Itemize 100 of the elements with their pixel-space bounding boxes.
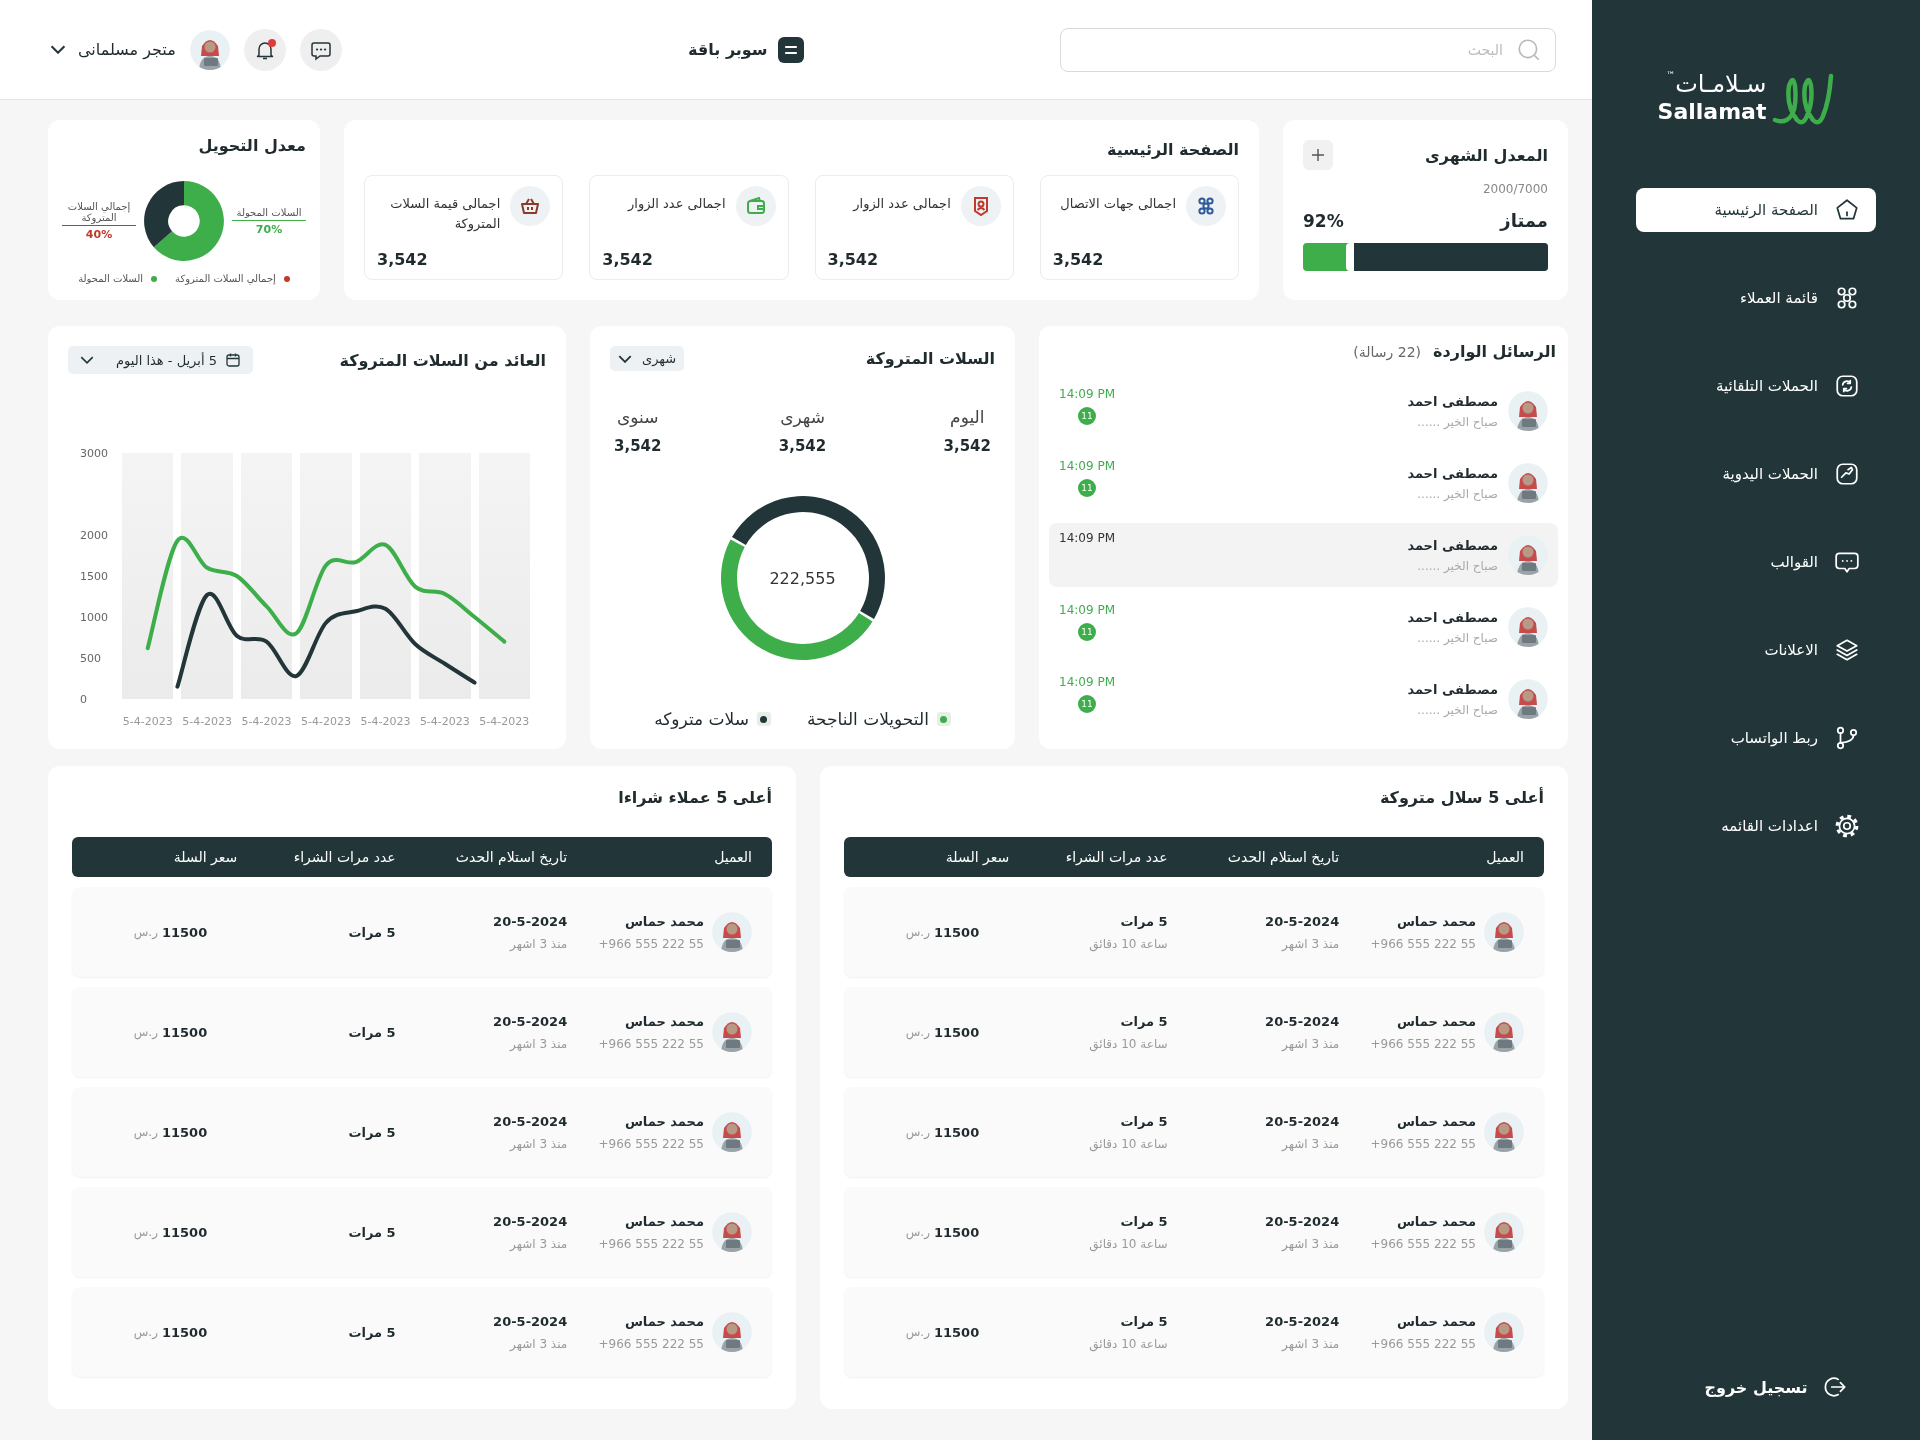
event-date: 20-5-2024	[492, 1313, 568, 1329]
nav-item[interactable]: الاعلانات	[1636, 628, 1876, 672]
phone-number: +966 555 222 55	[1370, 1136, 1476, 1151]
store-menu-button[interactable]: متجر مسلمانى	[50, 40, 176, 59]
nav-item[interactable]: الحملات اليدوية	[1636, 452, 1876, 496]
event-date: 20-5-2024	[492, 1113, 568, 1129]
sender-name: مصطفى احمد	[1406, 609, 1498, 625]
event-date: 20-5-2024	[492, 913, 568, 929]
customer-name: محمد حماس	[1395, 1013, 1476, 1029]
home-icon	[1834, 197, 1860, 223]
value-label: 40%	[85, 228, 113, 241]
customer-name: محمد حماس	[1395, 1213, 1476, 1229]
phone-number: +966 555 222 55	[598, 936, 704, 951]
avatar-icon	[1508, 535, 1548, 575]
date-range-picker[interactable]: 5 أبريل - هذا اليوم	[68, 346, 253, 374]
message-time: 14:09 PM	[1059, 387, 1115, 401]
people-icon	[1186, 186, 1226, 226]
phone-number: +966 555 222 55	[1370, 1036, 1476, 1051]
customer-name: محمد حماس	[1395, 913, 1476, 929]
stat-label: اجمالى جهات الاتصال	[1060, 195, 1176, 214]
column-header: سعر السلة	[172, 849, 238, 865]
event-date: 20-5-2024	[492, 1213, 568, 1229]
event-date: 20-5-2024	[1264, 1313, 1340, 1329]
unread-badge: 11	[1078, 695, 1096, 713]
badge-icon	[960, 186, 1001, 226]
nav-item[interactable]: ربط الواتساب	[1636, 716, 1876, 760]
stat-value: 3,542	[1052, 250, 1105, 269]
time-ago: منذ 3 اشهر	[508, 936, 568, 951]
value-label: 70%	[255, 222, 283, 236]
column-header: تاريخ استلام الحدث	[454, 849, 568, 865]
message-preview: صباح الخير ......	[1416, 630, 1498, 645]
price-value: 11500	[162, 1024, 208, 1040]
card-title: الصفحة الرئيسية	[1105, 140, 1239, 159]
avatar-icon	[1484, 1112, 1524, 1152]
chevron-icon	[50, 45, 66, 54]
rating-label: ممتاز	[1500, 210, 1548, 231]
price-value: 11500	[934, 1324, 980, 1340]
phone-number: +966 555 222 55	[1370, 936, 1476, 951]
axis-label: 5-4-2023	[419, 715, 470, 728]
time-ago: منذ 3 اشهر	[1280, 1336, 1340, 1351]
currency-label: ر.س	[133, 925, 158, 939]
purchase-count: 5 مرات	[347, 1024, 396, 1040]
column-header: العميل	[1485, 849, 1524, 865]
price-value: 11500	[934, 1124, 980, 1140]
price-value: 11500	[162, 1224, 208, 1240]
customer-name: محمد حماس	[623, 913, 704, 929]
purchase-count: 5 مرات	[1119, 913, 1168, 929]
card-title: الرسائل الواردة	[1433, 342, 1556, 361]
logout-button[interactable]: تسجيل خروج	[1704, 1374, 1848, 1400]
price-value: 11500	[162, 1124, 208, 1140]
nav-item[interactable]: القوالب	[1636, 540, 1876, 584]
nav-item[interactable]: الحملات التلقائية	[1636, 364, 1876, 408]
calendar-icon	[224, 352, 241, 368]
avatar-icon	[712, 1112, 752, 1152]
event-date: 20-5-2024	[1264, 1113, 1340, 1129]
unread-badge: 11	[1078, 407, 1096, 425]
sender-name: مصطفى احمد	[1406, 465, 1498, 481]
message-count: (22 رسالة)	[1353, 343, 1422, 360]
column-header: سعر السلة	[944, 849, 1010, 865]
currency-label: ر.س	[905, 1125, 930, 1139]
axis-label: 5-4-2023	[301, 715, 351, 728]
avatar-icon	[712, 1012, 752, 1052]
avatar-icon	[1484, 1212, 1524, 1252]
plus-icon	[1310, 147, 1326, 163]
add-button[interactable]	[1303, 140, 1333, 170]
phone-number: +966 555 222 55	[598, 1336, 704, 1351]
axis-label: 0	[80, 693, 87, 706]
price-value: 11500	[162, 1324, 208, 1340]
card-title: أعلى 5 عملاء شراءا	[617, 788, 772, 807]
nav-item[interactable]: قائمة العملاء	[1636, 276, 1876, 320]
stat-label: اجمالى عدد الزوار	[853, 195, 951, 214]
purchase-count: 5 مرات	[347, 1224, 396, 1240]
chevron-icon	[618, 354, 632, 363]
currency-label: ر.س	[905, 1325, 930, 1339]
column-header: عدد مرات الشراء	[1064, 849, 1168, 865]
legend-label: التحويلات الناجحة	[806, 709, 929, 729]
refresh-icon	[1834, 373, 1860, 399]
phone-number: +966 555 222 55	[1370, 1336, 1476, 1351]
duration-text: ساعة 10 دقائق	[1088, 1136, 1168, 1151]
customer-name: محمد حماس	[623, 1213, 704, 1229]
nav-item[interactable]: الصفحة الرئيسية	[1636, 188, 1876, 232]
purchase-count: 5 مرات	[347, 1324, 396, 1340]
plan-icon	[777, 36, 804, 63]
price-value: 11500	[934, 1224, 980, 1240]
duration-text: ساعة 10 دقائق	[1088, 1236, 1168, 1251]
purchase-count: 5 مرات	[347, 924, 396, 940]
sender-name: مصطفى احمد	[1406, 393, 1498, 409]
duration-text: ساعة 10 دقائق	[1088, 1336, 1168, 1351]
sender-name: مصطفى احمد	[1406, 681, 1498, 697]
avatar-icon	[1484, 912, 1524, 952]
avatar-icon	[1484, 1012, 1524, 1052]
nav-item[interactable]: اعدادات القائمه	[1636, 804, 1876, 848]
period-dropdown[interactable]: شهرى	[610, 346, 685, 371]
branch-icon	[1834, 725, 1860, 751]
currency-label: ر.س	[905, 1225, 930, 1239]
layers-icon	[1834, 637, 1860, 663]
event-date: 20-5-2024	[1264, 1213, 1340, 1229]
logo-arabic: سـلامـات	[1675, 70, 1767, 98]
time-ago: منذ 3 اشهر	[508, 1236, 568, 1251]
search-field[interactable]: البحث	[1060, 27, 1556, 72]
